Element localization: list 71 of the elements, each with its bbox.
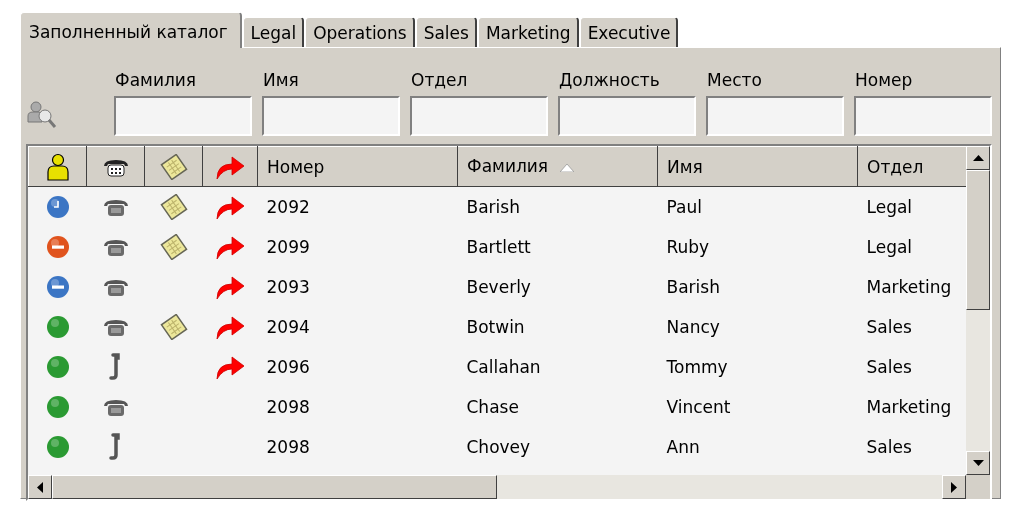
- filter-label: Отдел: [410, 70, 469, 92]
- column-header[interactable]: Фамилия: [457, 146, 658, 187]
- table-cell-text: 2094: [265, 316, 311, 339]
- right-arrow-icon: [951, 481, 957, 493]
- table-cell-text: 2098: [265, 396, 311, 419]
- column-header[interactable]: [202, 146, 258, 187]
- scroll-right-button[interactable]: [942, 475, 966, 499]
- scroll-left-button[interactable]: [28, 475, 52, 499]
- scroll-down-button[interactable]: [966, 451, 990, 475]
- down-arrow-icon: [972, 460, 984, 466]
- table-cell-text: Sales: [865, 316, 913, 339]
- column-header[interactable]: [86, 146, 145, 187]
- tab[interactable]: Executive: [579, 17, 679, 47]
- table-cell-text: Sales: [865, 356, 913, 379]
- scroll-thumb[interactable]: [52, 475, 497, 499]
- tab[interactable]: Operations: [305, 17, 415, 47]
- table-cell-text: Botwin: [465, 316, 526, 339]
- filter-field[interactable]: [114, 96, 252, 136]
- tab[interactable]: Заполненный каталог: [20, 12, 242, 48]
- table-cell-text: Ruby: [665, 236, 711, 259]
- table-cell-text: Legal: [865, 236, 914, 259]
- table-cell-text: Bartlett: [465, 236, 532, 259]
- table-cell-text: Marketing: [865, 276, 953, 299]
- table-cell: Paul: [657, 186, 858, 227]
- table-cell: Legal: [857, 186, 966, 227]
- column-header[interactable]: [28, 146, 87, 187]
- up-arrow-icon: [972, 155, 984, 161]
- table-cell-text: 2098: [265, 436, 311, 459]
- table-cell: Barish: [457, 186, 658, 227]
- table-cell-text: 2096: [265, 356, 311, 379]
- table-cell-text: Barish: [665, 276, 721, 299]
- scroll-thumb[interactable]: [966, 170, 990, 310]
- column-header[interactable]: Отдел: [857, 146, 966, 187]
- filter-field[interactable]: [854, 96, 992, 136]
- table-cell-text: Marketing: [865, 396, 953, 419]
- table-cell-text: Tommy: [665, 356, 729, 379]
- table-cell-text: Callahan: [465, 356, 542, 379]
- scroll-up-button[interactable]: [966, 146, 990, 170]
- sort-ascending-icon: [560, 164, 575, 172]
- column-header[interactable]: [144, 146, 203, 187]
- filter-label: Место: [706, 70, 763, 92]
- tab[interactable]: Legal: [242, 17, 305, 47]
- filter-field[interactable]: [706, 96, 844, 136]
- filter-label: Фамилия: [114, 70, 198, 92]
- filter-label: Должность: [558, 70, 661, 92]
- person-icon: [46, 152, 69, 181]
- table-cell-text: Chase: [465, 396, 520, 419]
- table-cell: 2092: [257, 186, 458, 227]
- search-people-icon[interactable]: [26, 98, 58, 130]
- filter-field[interactable]: [410, 96, 548, 136]
- table-cell-text: Vincent: [665, 396, 732, 419]
- table-cell-text: Ann: [665, 436, 701, 459]
- filter-label: Имя: [262, 70, 300, 92]
- vertical-scrollbar[interactable]: [966, 146, 990, 475]
- left-arrow-icon: [37, 481, 43, 493]
- table-cell-text: Chovey: [465, 436, 532, 459]
- column-header[interactable]: Имя: [657, 146, 858, 187]
- horizontal-scrollbar[interactable]: [28, 475, 966, 499]
- table-cell-text: Nancy: [665, 316, 721, 339]
- table-cell-text: Sales: [865, 436, 913, 459]
- scrollbar-corner: [966, 475, 990, 499]
- table-cell-text: 2099: [265, 236, 311, 259]
- filter-label: Номер: [854, 70, 914, 92]
- tab[interactable]: Sales: [415, 17, 477, 47]
- table-cell-text: Beverly: [465, 276, 532, 299]
- column-header[interactable]: Номер: [257, 146, 458, 187]
- tab[interactable]: Marketing: [477, 17, 579, 47]
- filter-field[interactable]: [262, 96, 400, 136]
- table-cell-text: 2093: [265, 276, 311, 299]
- filter-field[interactable]: [558, 96, 696, 136]
- forward-arrow-icon: [214, 153, 246, 180]
